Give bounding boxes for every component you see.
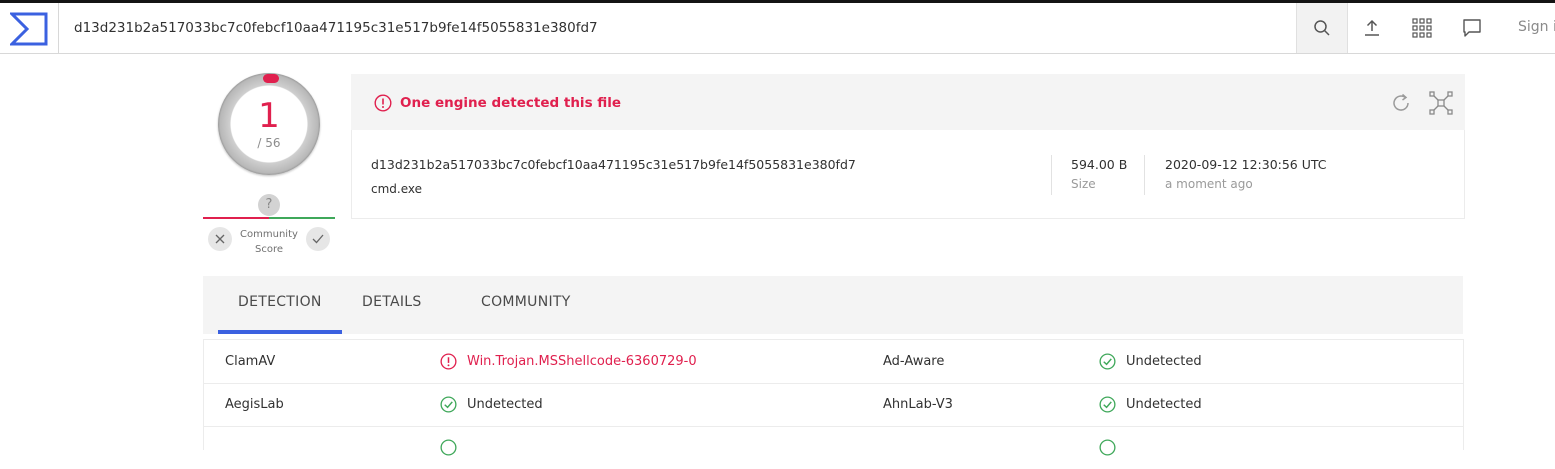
engine-total: / 56 [257, 136, 281, 150]
detection-count: 1 [258, 96, 280, 136]
active-tab-indicator [218, 330, 342, 334]
check-circle-icon [1099, 396, 1116, 413]
search-input[interactable] [74, 16, 1274, 40]
file-name: cmd.exe [371, 182, 423, 196]
community-score-bar-positive [269, 217, 335, 219]
engine-name: AegisLab [225, 397, 284, 412]
detection-result: Undetected [1126, 397, 1202, 412]
virustotal-logo-icon [10, 12, 48, 46]
sign-in-link[interactable]: Sign in [1518, 19, 1555, 35]
tab-community[interactable]: COMMUNITY [481, 294, 571, 310]
file-size-value: 594.00 B [1071, 157, 1128, 172]
score-ring-marker [263, 74, 279, 83]
reanalyze-icon[interactable] [1390, 92, 1412, 114]
apps-button[interactable] [1397, 3, 1447, 53]
report-tabs: DETECTION DETAILS COMMUNITY [203, 276, 1463, 334]
close-icon [215, 234, 225, 244]
vote-harmful-button[interactable] [208, 227, 232, 251]
check-circle-icon [1099, 439, 1116, 456]
graph-view-icon[interactable] [1429, 91, 1453, 115]
analysis-date: 2020-09-12 12:30:56 UTC [1165, 157, 1327, 172]
search-button[interactable] [1296, 3, 1348, 53]
detection-results-table: ClamAV Win.Trojan.MSShellcode-6360729-0 … [203, 339, 1464, 456]
community-score-bar-negative [203, 217, 269, 219]
community-score-value: ? [258, 194, 280, 216]
alert-circle-icon [374, 94, 392, 112]
divider [1144, 155, 1145, 195]
detection-alert-text: One engine detected this file [400, 95, 622, 111]
check-circle-icon [440, 396, 457, 413]
tab-details[interactable]: DETAILS [362, 294, 422, 310]
checkmark-icon [312, 234, 324, 244]
home-logo-link[interactable] [0, 3, 59, 53]
chat-button[interactable] [1447, 3, 1497, 53]
detection-result: Undetected [1126, 354, 1202, 369]
check-circle-icon [1099, 353, 1116, 370]
engine-name: Ad-Aware [883, 354, 945, 369]
engine-name: ClamAV [225, 354, 276, 369]
apps-grid-icon [1412, 18, 1432, 38]
file-hash[interactable]: d13d231b2a517033bc7c0febcf10aa471195c31e… [371, 157, 856, 172]
detection-result[interactable]: Win.Trojan.MSShellcode-6360729-0 [467, 354, 697, 369]
upload-button[interactable] [1347, 3, 1397, 53]
tab-detection[interactable]: DETECTION [238, 294, 322, 310]
upload-icon [1365, 19, 1379, 36]
search-icon [1314, 20, 1330, 36]
engine-name: AhnLab-V3 [883, 397, 953, 412]
table-row: AegisLab Undetected AhnLab-V3 Undetected [204, 383, 1463, 427]
alert-circle-icon [440, 353, 457, 370]
check-circle-icon [440, 439, 457, 456]
vote-harmless-button[interactable] [306, 227, 330, 251]
table-row [204, 426, 1463, 469]
community-score-label: Community Score [240, 229, 298, 255]
file-info-card [351, 130, 1465, 219]
table-row: ClamAV Win.Trojan.MSShellcode-6360729-0 … [204, 340, 1463, 384]
chat-icon [1463, 19, 1481, 37]
detection-result: Undetected [467, 397, 543, 412]
top-bar: Sign in [0, 3, 1555, 54]
analysis-date-relative: a moment ago [1165, 177, 1253, 191]
divider [1051, 155, 1052, 195]
file-size-label: Size [1071, 177, 1096, 191]
